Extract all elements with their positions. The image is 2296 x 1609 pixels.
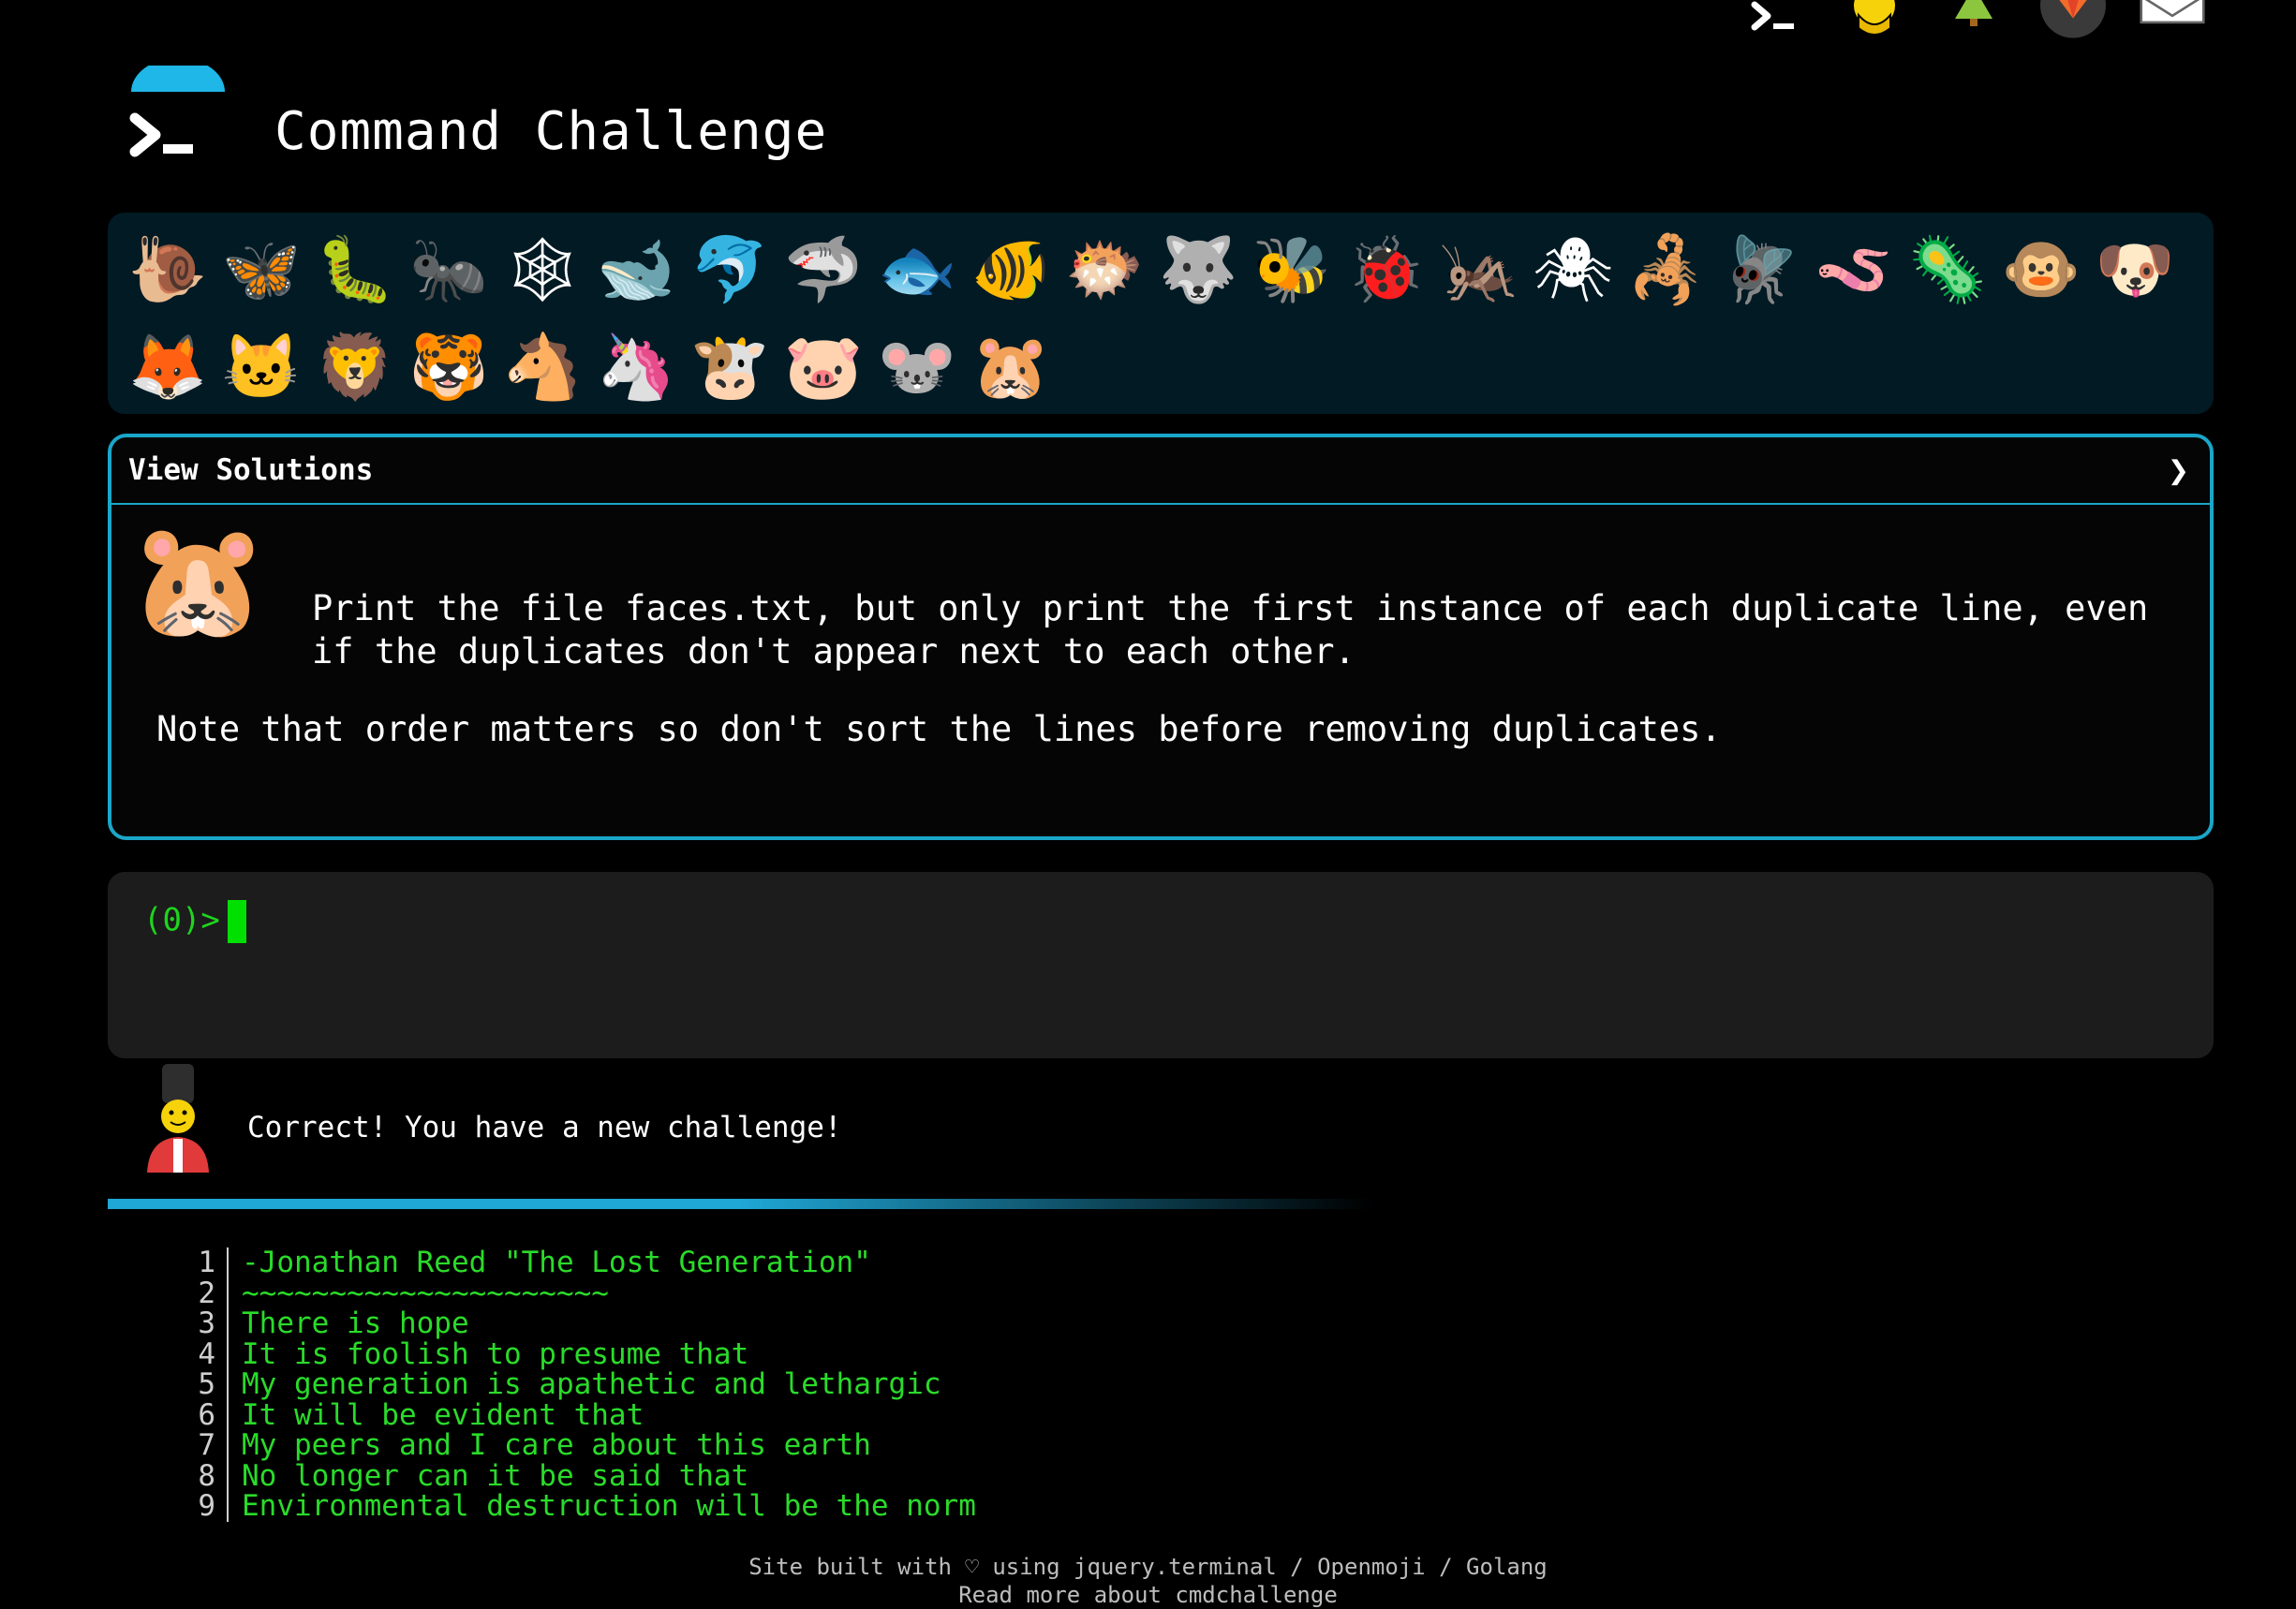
command-output: 1 -Jonathan Reed "The Lost Generation" 2 ~~… [178,1247,976,1522]
output-line: 3 There is hope [178,1308,976,1339]
tree-icon[interactable] [1941,0,2007,43]
gitlab-icon[interactable] [2040,0,2106,43]
wolf-icon[interactable]: 🐺 [1151,222,1245,319]
line-text: My generation is apathetic and lethargic [242,1367,941,1401]
butterfly-icon[interactable]: 🦋 [215,222,308,319]
horse-icon[interactable]: 🐴 [496,319,589,417]
site-logo[interactable] [122,58,234,178]
line-number: 7 [178,1430,229,1461]
dolphin-icon[interactable]: 🐬 [683,222,777,319]
worm-icon[interactable]: 🪱 [1807,222,1901,319]
unicorn-icon[interactable]: 🦄 [589,319,683,417]
output-line: 8 No longer can it be said that [178,1458,976,1493]
line-number: 1 [178,1247,229,1278]
tiger-icon[interactable]: 🐯 [402,319,496,417]
result-message: Correct! You have a new challenge! [247,1111,842,1144]
terminal-cursor [227,900,246,943]
pig-icon[interactable]: 🐷 [777,319,870,417]
output-line: 2 ~~~~~~~~~~~~~~~~~~~~~ [178,1276,976,1310]
spider-web-icon[interactable]: 🕸 [496,222,589,319]
ladybug-icon[interactable]: 🐞 [1339,222,1432,319]
footer-read-more-link[interactable]: Read more about cmdchallenge [0,1581,2296,1609]
line-text: My peers and I care about this earth [242,1428,871,1462]
mail-icon[interactable] [2140,0,2205,43]
progress-bar [108,1199,1372,1209]
line-text: No longer can it be said that [242,1458,749,1493]
line-number: 8 [178,1460,229,1491]
cow-icon[interactable]: 🐮 [683,319,777,417]
shark-icon[interactable]: 🦈 [777,222,870,319]
hamster-icon[interactable]: 🐹 [964,319,1058,417]
line-number: 2 [178,1277,229,1308]
line-number: 5 [178,1369,229,1400]
dog-icon[interactable]: 🐶 [2088,222,2182,319]
challenge-description: Print the file faces.txt, but only print… [312,588,2149,672]
page-title: Command Challenge [274,101,828,162]
microbe-icon[interactable]: 🦠 [1901,222,1994,319]
cat-icon[interactable]: 🐱 [215,319,308,417]
spider-icon[interactable]: 🕷 [1526,222,1620,319]
line-text: It will be evident that [242,1397,644,1432]
lightbulb-hand-icon[interactable] [1842,0,1907,43]
terminal-prompt: (0)> [143,901,220,939]
footer-credits: Site built with ♡ using jquery.terminal … [748,1554,1548,1580]
challenge-note: Note that order matters so don't sort th… [156,709,1722,749]
output-line: 9 Environmental destruction will be the n… [178,1491,976,1522]
ant-icon[interactable]: 🐜 [402,222,496,319]
terminal-icon[interactable] [1742,0,1808,43]
line-text: There is hope [242,1306,469,1340]
caterpillar-icon[interactable]: 🐛 [308,222,402,319]
challenge-panel: View Solutions ❯ 🐹 Print the file faces.… [108,434,2214,840]
line-number: 4 [178,1338,229,1369]
view-solutions-label: View Solutions [128,453,374,487]
top-toolbar [1742,0,2205,43]
terminal-prompt-line[interactable]: (0)> [143,900,246,943]
output-line: 4 It is foolish to presume that [178,1336,976,1371]
line-number: 3 [178,1308,229,1339]
fox-icon[interactable]: 🦊 [121,319,215,417]
line-number: 9 [178,1491,229,1522]
output-line: 5 My generation is apathetic and lethargi… [178,1369,976,1400]
fish-icon[interactable]: 🐟 [870,222,964,319]
line-text: It is foolish to presume that [242,1336,749,1371]
fly-icon[interactable]: 🪰 [1713,222,1807,319]
mouse-icon[interactable]: 🐭 [870,319,964,417]
chevron-right-icon: ❯ [2168,450,2189,491]
terminal[interactable]: (0)> [108,872,2214,1058]
output-line: 6 It will be evident that [178,1397,976,1432]
line-text: ~~~~~~~~~~~~~~~~~~~~~ [242,1276,609,1310]
output-line: 7 My peers and I care about this earth [178,1430,976,1461]
lion-icon[interactable]: 🦁 [308,319,402,417]
line-text: -Jonathan Reed "The Lost Generation" [242,1246,871,1279]
output-line: 1 -Jonathan Reed "The Lost Generation" [178,1247,976,1278]
challenge-animal-bar: 🐌 🦋 🐛 🐜 🕸 🐋 🐬 🦈 🐟 🐠 🐡 🐺 🐝 🐞 🦗 🕷 🦂 🪰 🪱 🦠 🐵 🐶 🦊 🐱 🦁 🐯 🐴 🦄 🐮 🐷 🐭 🐹 [108,213,2214,414]
cricket-icon[interactable]: 🦗 [1432,222,1526,319]
tropical-fish-icon[interactable]: 🐠 [964,222,1058,319]
guard-icon [136,1064,220,1176]
monkey-icon[interactable]: 🐵 [1994,222,2088,319]
line-text: Environmental destruction will be the no… [242,1489,976,1523]
whale-icon[interactable]: 🐋 [589,222,683,319]
line-number: 6 [178,1399,229,1430]
snail-icon[interactable]: 🐌 [121,222,215,319]
blowfish-icon[interactable]: 🐡 [1058,222,1151,319]
view-solutions-toggle[interactable]: View Solutions ❯ [111,437,2210,505]
footer: Site built with ♡ using jquery.terminal … [0,1553,2296,1609]
scorpion-icon[interactable]: 🦂 [1620,222,1713,319]
bee-icon[interactable]: 🐝 [1245,222,1339,319]
hamster-icon: 🐹 [128,516,269,646]
